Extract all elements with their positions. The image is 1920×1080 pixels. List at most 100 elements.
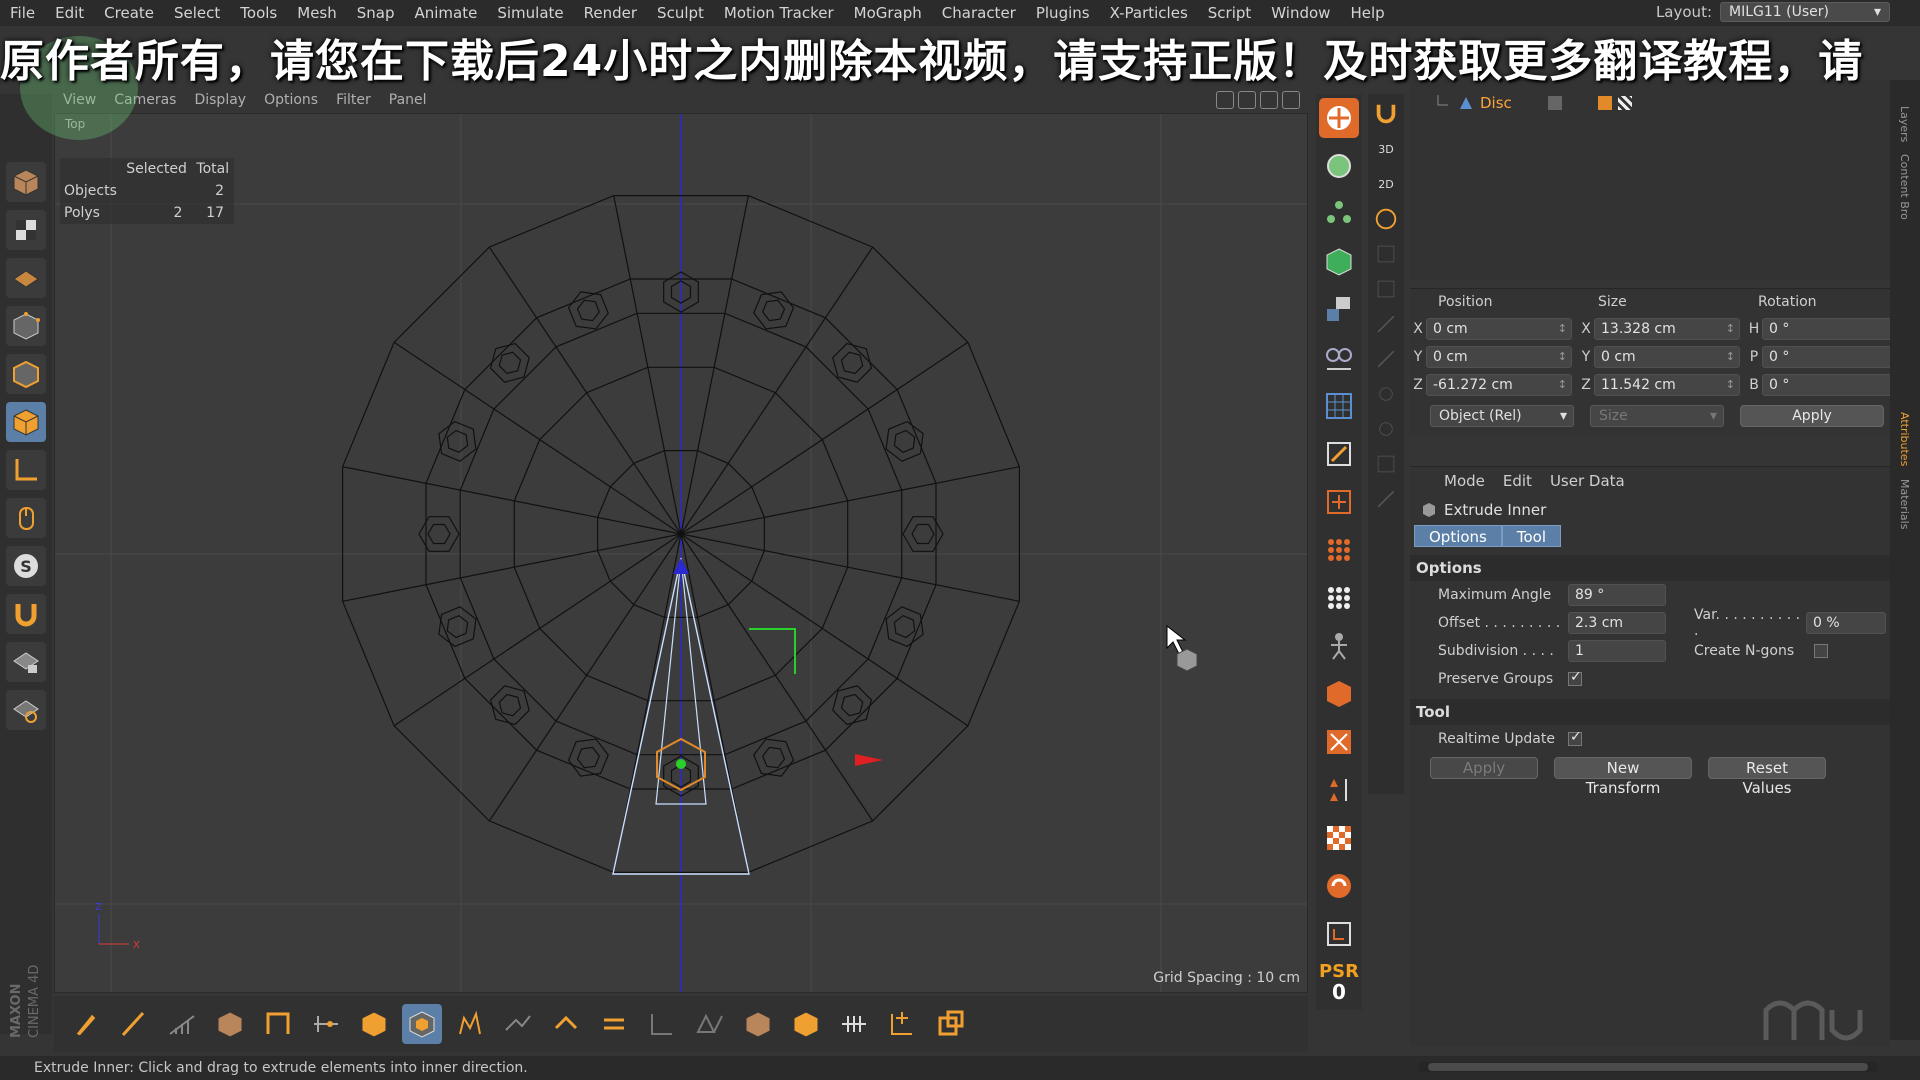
menu-item-select[interactable]: Select (164, 4, 230, 22)
xp-texture-button[interactable] (1319, 818, 1359, 858)
magnet-button[interactable] (6, 594, 46, 634)
max-angle-field[interactable]: 89 ° (1568, 584, 1666, 606)
bevel-tool-button[interactable] (258, 1004, 298, 1044)
tab-attributes[interactable]: Attributes (1898, 406, 1911, 472)
position-y-field[interactable]: 0 cm (1426, 346, 1572, 368)
deformer-button[interactable] (1319, 434, 1359, 474)
snap-3d-button[interactable]: 3D (1371, 134, 1401, 164)
polygons-mode-button[interactable] (6, 402, 46, 442)
extrude-inner-button[interactable] (402, 1004, 442, 1044)
menu-item-motion-tracker[interactable]: Motion Tracker (714, 4, 844, 22)
menu-item-x-particles[interactable]: X-Particles (1100, 4, 1198, 22)
xparticles-button[interactable] (1319, 674, 1359, 714)
render-view-button[interactable] (1319, 914, 1359, 954)
rotation-p-field[interactable]: 0 ° (1762, 346, 1908, 368)
var-field[interactable]: 0 % (1806, 612, 1886, 634)
menu-item-tools[interactable]: Tools (230, 4, 287, 22)
rotation-b-field[interactable]: 0 ° (1762, 374, 1908, 396)
menu-item-sculpt[interactable]: Sculpt (647, 4, 714, 22)
normal-move-button[interactable] (546, 1004, 586, 1044)
menu-item-edit[interactable]: Edit (45, 4, 94, 22)
axis-mode-button[interactable] (6, 450, 46, 490)
magnet-tool-button[interactable] (930, 1004, 970, 1044)
nurbs-button[interactable] (1319, 290, 1359, 330)
viewport-top[interactable]: Z X Top (54, 113, 1308, 993)
snap-option-7[interactable] (1371, 449, 1401, 479)
menu-item-file[interactable]: File (0, 4, 45, 22)
coord-size-dropdown[interactable]: Size ▾ (1590, 405, 1724, 427)
coord-mode-dropdown[interactable]: Object (Rel) ▾ (1430, 405, 1574, 427)
horizontal-scrollbar[interactable] (1418, 1062, 1878, 1072)
edges-mode-button[interactable] (6, 354, 46, 394)
extrude-tool-button[interactable] (210, 1004, 250, 1044)
menu-item-character[interactable]: Character (932, 4, 1026, 22)
array-tool-button[interactable] (738, 1004, 778, 1044)
menu-item-simulate[interactable]: Simulate (487, 4, 573, 22)
snap-settings-button[interactable] (1371, 204, 1401, 234)
cloner-button[interactable] (1319, 530, 1359, 570)
clone-tool-button[interactable] (786, 1004, 826, 1044)
coord-apply-button[interactable]: Apply (1740, 405, 1884, 427)
normal-rotate-button[interactable] (642, 1004, 682, 1044)
tab-content-browser[interactable]: Content Bro (1898, 148, 1911, 226)
viewport-menu-display[interactable]: Display (185, 92, 255, 108)
viewport-menu-options[interactable]: Options (255, 92, 327, 108)
snap-option-4[interactable] (1371, 344, 1401, 374)
size-x-field[interactable]: 13.328 cm (1594, 318, 1740, 340)
recycle-button[interactable] (1319, 866, 1359, 906)
snap-button[interactable]: S (6, 546, 46, 586)
menu-item-render[interactable]: Render (574, 4, 647, 22)
menu-item-help[interactable]: Help (1340, 4, 1394, 22)
snap-option-8[interactable] (1371, 484, 1401, 514)
axis-center-handle[interactable] (676, 759, 686, 769)
tab-materials[interactable]: Materials (1898, 473, 1911, 535)
tab-tool[interactable]: Tool (1501, 525, 1562, 547)
menu-item-plugins[interactable]: Plugins (1026, 4, 1100, 22)
snap-2d-button[interactable]: 2D (1371, 169, 1401, 199)
reset-values-button[interactable]: Reset Values (1708, 757, 1826, 797)
size-z-field[interactable]: 11.542 cm (1594, 374, 1740, 396)
menu-item-mesh[interactable]: Mesh (287, 4, 347, 22)
viewport-menu-filter[interactable]: Filter (327, 92, 380, 108)
bend-deformer-button[interactable] (1319, 482, 1359, 522)
mirror-tool-button[interactable] (690, 1004, 730, 1044)
tweak-mode-button[interactable] (6, 498, 46, 538)
x-axis-handle[interactable] (855, 754, 883, 766)
magnet-small-button[interactable] (1371, 99, 1401, 129)
position-x-field[interactable]: 0 cm (1426, 318, 1572, 340)
grid-object-button[interactable] (1319, 386, 1359, 426)
points-mode-button[interactable] (6, 306, 46, 346)
slide-tool-button[interactable] (306, 1004, 346, 1044)
primitive-cube-button[interactable] (1319, 242, 1359, 282)
layout-dropdown[interactable]: MILG11 (User) ▾ (1720, 2, 1890, 22)
snap-option-6[interactable] (1371, 414, 1401, 444)
preserve-groups-checkbox[interactable] (1568, 669, 1582, 686)
object-row-disc[interactable]: Disc (1436, 94, 1632, 112)
create-ngons-checkbox[interactable] (1814, 644, 1828, 658)
smooth-shift-button[interactable] (498, 1004, 538, 1044)
subdivision-field[interactable]: 1 (1568, 640, 1666, 662)
apply-button[interactable]: Apply (1430, 757, 1538, 779)
xp-modifiers-button[interactable] (1319, 770, 1359, 810)
menu-item-create[interactable]: Create (94, 4, 164, 22)
y-axis-handle[interactable] (749, 628, 796, 674)
visibility-dots-icon[interactable] (1547, 96, 1562, 110)
weld-tool-button[interactable] (834, 1004, 874, 1044)
snap-option-3[interactable] (1371, 309, 1401, 339)
rotation-h-field[interactable]: 0 ° (1762, 318, 1908, 340)
texture-mode-button[interactable] (6, 210, 46, 250)
attr-menu-edit[interactable]: Edit (1503, 472, 1532, 490)
planar-workplane-button[interactable] (6, 690, 46, 730)
attr-menu-userdata[interactable]: User Data (1550, 472, 1625, 490)
matrix-button[interactable] (1319, 578, 1359, 618)
viewport-menu-panel[interactable]: Panel (380, 92, 436, 108)
move-tool-button[interactable] (1319, 98, 1359, 138)
menu-item-mograph[interactable]: MoGraph (844, 4, 932, 22)
menu-item-snap[interactable]: Snap (347, 4, 405, 22)
rotate-tool-button[interactable] (1319, 194, 1359, 234)
matrix-extrude-button[interactable] (450, 1004, 490, 1044)
extrude-outer-button[interactable] (354, 1004, 394, 1044)
snap-option-1[interactable] (1371, 239, 1401, 269)
attr-menu-mode[interactable]: Mode (1444, 472, 1485, 490)
realtime-update-checkbox[interactable] (1568, 729, 1582, 746)
